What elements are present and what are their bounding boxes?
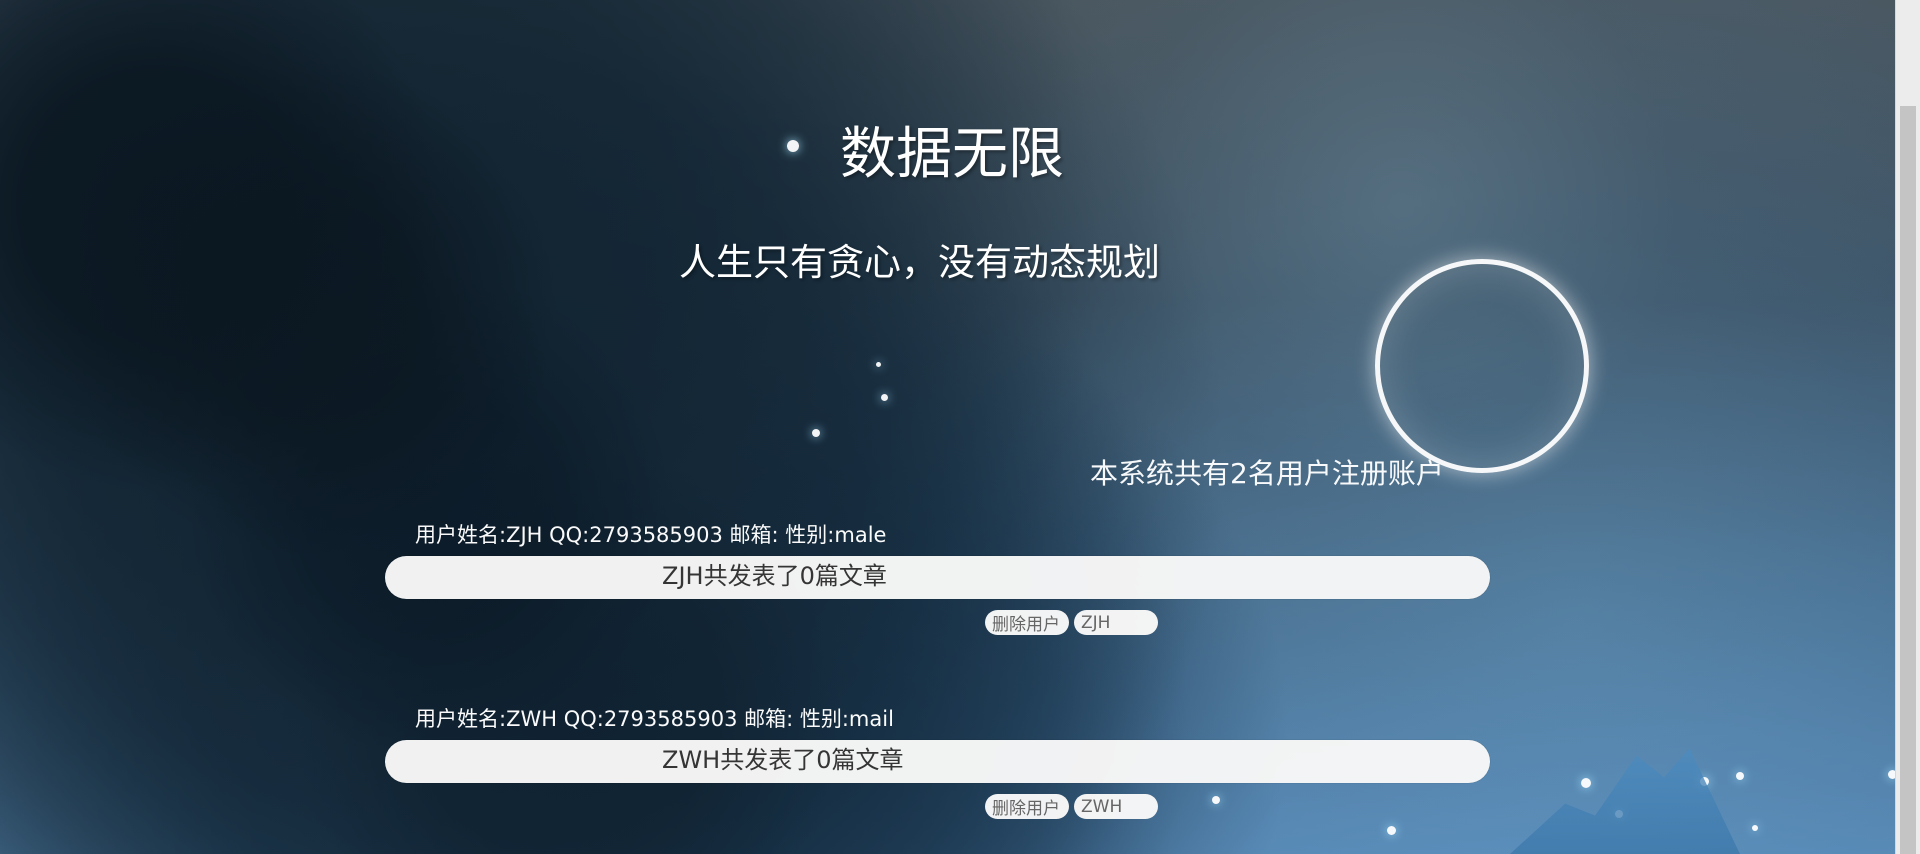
main-content: 数据无限 人生只有贪心，没有动态规划 本系统共有2名用户注册账户 用户姓名:ZJ… bbox=[0, 0, 1920, 854]
username-input[interactable] bbox=[1074, 794, 1158, 819]
delete-user-button[interactable]: 删除用户 bbox=[985, 794, 1069, 819]
delete-user-button[interactable]: 删除用户 bbox=[985, 610, 1069, 635]
vertical-scrollbar[interactable] bbox=[1895, 0, 1920, 854]
page-subtitle: 人生只有贪心，没有动态规划 bbox=[679, 241, 1160, 284]
user-meta: 用户姓名:ZJH QQ:2793585903 邮箱: 性别:male bbox=[415, 523, 887, 547]
article-count-text: ZJH共发表了0篇文章 bbox=[662, 562, 887, 590]
page-title: 数据无限 bbox=[840, 122, 1064, 187]
user-card-zwh: 用户姓名:ZWH QQ:2793585903 邮箱: 性别:mail ZWH共发… bbox=[385, 709, 1490, 819]
user-count-summary: 本系统共有2名用户注册账户 bbox=[1090, 457, 1444, 490]
user-article-bar: ZJH共发表了0篇文章 bbox=[385, 556, 1490, 599]
user-actions: 删除用户 bbox=[985, 610, 1490, 635]
page-root: 数据无限 人生只有贪心，没有动态规划 本系统共有2名用户注册账户 用户姓名:ZJ… bbox=[0, 0, 1920, 854]
article-count-text: ZWH共发表了0篇文章 bbox=[662, 746, 904, 774]
username-input[interactable] bbox=[1074, 610, 1158, 635]
user-card-zjh: 用户姓名:ZJH QQ:2793585903 邮箱: 性别:male ZJH共发… bbox=[385, 525, 1490, 635]
user-meta: 用户姓名:ZWH QQ:2793585903 邮箱: 性别:mail bbox=[415, 707, 894, 731]
user-article-bar: ZWH共发表了0篇文章 bbox=[385, 740, 1490, 783]
user-actions: 删除用户 bbox=[985, 794, 1490, 819]
scrollbar-thumb[interactable] bbox=[1900, 106, 1916, 854]
